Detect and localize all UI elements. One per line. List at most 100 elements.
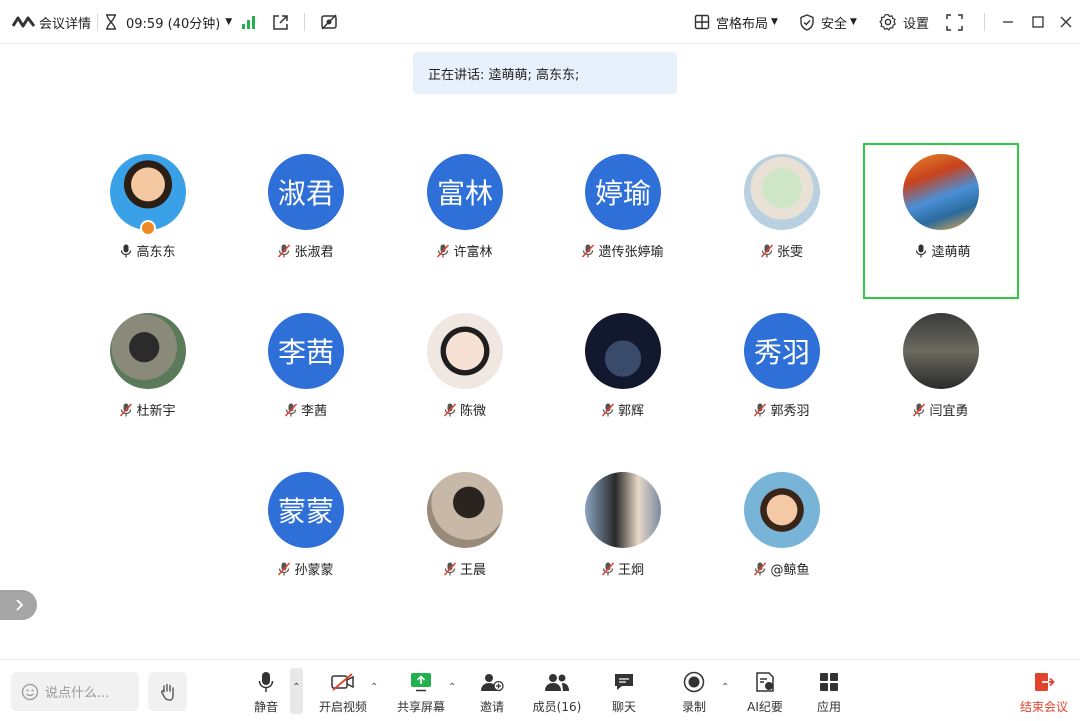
timer-dropdown[interactable]: 09:59 (40分钟) ▼ <box>104 0 232 44</box>
avatar <box>110 154 186 230</box>
exit-icon <box>1035 673 1055 691</box>
participant-tile[interactable]: 淑君 张淑君 <box>228 143 384 299</box>
microphone-muted-icon <box>278 243 291 258</box>
share-screen-button[interactable]: 共享屏幕 <box>391 670 451 716</box>
participant-tile[interactable]: 张雯 <box>704 143 860 299</box>
minimize-icon[interactable] <box>1001 0 1015 44</box>
add-user-icon <box>481 674 504 692</box>
apps-button[interactable]: 应用 <box>799 670 859 716</box>
microphone-muted-icon <box>754 561 767 576</box>
participant-name-row: 高东东 <box>70 241 226 260</box>
security-dropdown[interactable]: 安全 ▼ <box>799 0 857 44</box>
participant-name-row: 王晨 <box>387 559 543 578</box>
participant-tile[interactable]: 富林许富林 <box>387 143 543 299</box>
participant-tile[interactable]: 杜新宇 <box>70 302 226 458</box>
members-button[interactable]: 成员(16) <box>527 670 587 716</box>
chat-icon <box>615 674 633 690</box>
avatar <box>744 472 820 548</box>
popout-icon[interactable] <box>272 0 289 44</box>
apps-label: 应用 <box>816 700 841 714</box>
grid-icon <box>694 14 710 30</box>
participant-name-row: 王炯 <box>545 559 701 578</box>
shield-icon <box>800 13 814 31</box>
layout-label: 宫格布局 <box>716 16 769 32</box>
participant-tile[interactable]: @鲸鱼 <box>704 461 860 617</box>
record-button[interactable]: 录制 <box>664 670 724 716</box>
ai-summary-button[interactable]: AI纪要 <box>735 670 795 716</box>
participant-name: 张雯 <box>776 245 803 260</box>
participant-tile[interactable]: 秀羽 郭秀羽 <box>704 302 860 458</box>
no-recording-icon[interactable] <box>320 0 338 44</box>
microphone-muted-icon <box>278 561 291 576</box>
participant-tile[interactable]: 逵萌萌 <box>863 143 1019 299</box>
microphone-muted-icon <box>284 402 297 417</box>
settings-label: 设置 <box>903 16 930 32</box>
participant-tile[interactable]: 郭辉 <box>545 302 701 458</box>
gear-icon <box>879 13 896 31</box>
chevron-down-icon: ▼ <box>850 17 857 27</box>
fullscreen-icon[interactable] <box>946 0 963 44</box>
maximize-icon[interactable] <box>1031 0 1045 44</box>
participant-tile[interactable]: 陈微 <box>387 302 543 458</box>
record-options-chevron-icon[interactable]: ⌃ <box>721 682 729 693</box>
mute-label: 静音 <box>253 700 278 714</box>
chevron-up-icon: ⌃ <box>292 682 301 693</box>
speaking-indicator: 正在讲话: 逵萌萌; 高东东; <box>413 52 677 94</box>
participant-tile[interactable]: 闫宜勇 <box>863 302 1019 458</box>
signal-icon[interactable] <box>241 0 257 44</box>
settings-button[interactable]: 设置 <box>879 0 929 44</box>
chat-button[interactable]: 聊天 <box>594 670 654 716</box>
participant-name: 李茜 <box>300 404 327 419</box>
audio-options-toggle[interactable]: ⌃ <box>290 668 303 714</box>
participant-tile[interactable]: 李茜 李茜 <box>228 302 384 458</box>
participant-tile[interactable]: 王炯 <box>545 461 701 617</box>
close-icon[interactable] <box>1059 0 1073 44</box>
share-screen-icon <box>411 673 431 692</box>
end-meeting-label: 结束会议 <box>1019 700 1068 714</box>
microphone-muted-icon <box>913 402 926 417</box>
avatar: 婷瑜 <box>585 154 661 230</box>
meeting-details-button[interactable]: 会议详情 <box>12 0 91 44</box>
microphone-muted-icon <box>754 402 767 417</box>
participant-name: 王炯 <box>617 563 644 578</box>
participant-tile[interactable]: 蒙蒙 孙蒙蒙 <box>228 461 384 617</box>
video-options-chevron-icon[interactable]: ⌃ <box>370 682 378 693</box>
share-options-chevron-icon[interactable]: ⌃ <box>448 682 456 693</box>
avatar <box>744 154 820 230</box>
avatar: 富林 <box>427 154 503 230</box>
participant-name-row: 许富林 <box>387 241 543 260</box>
mute-button[interactable]: 静音 <box>236 670 296 716</box>
microphone-muted-icon <box>443 561 456 576</box>
raise-hand-button[interactable] <box>148 672 187 711</box>
tencent-meeting-logo-icon <box>12 16 36 28</box>
timer-label: 09:59 (40分钟) <box>126 16 221 32</box>
microphone-icon <box>916 244 927 257</box>
participant-tile[interactable]: 王晨 <box>387 461 543 617</box>
chat-input[interactable]: 说点什么... <box>11 672 139 711</box>
invite-button[interactable]: 邀请 <box>462 670 522 716</box>
participant-name-row: 孙蒙蒙 <box>228 559 384 578</box>
participant-tile[interactable]: 高东东 <box>70 143 226 299</box>
avatar <box>585 313 661 389</box>
meeting-details-label: 会议详情 <box>39 16 92 32</box>
avatar <box>585 472 661 548</box>
participant-name: 遗传张婷瑜 <box>598 245 664 260</box>
participant-name-row: @鲸鱼 <box>704 559 860 578</box>
participant-name-row: 张雯 <box>704 241 860 260</box>
hand-icon <box>160 683 174 701</box>
participant-tile[interactable]: 婷瑜遗传张婷瑜 <box>545 143 701 299</box>
participant-name: 杜新宇 <box>136 404 176 419</box>
end-meeting-button[interactable]: 结束会议 <box>1016 670 1072 716</box>
chevron-down-icon: ▼ <box>225 17 233 27</box>
expand-sidebar-button[interactable] <box>0 590 37 620</box>
security-label: 安全 <box>821 16 848 32</box>
apps-icon <box>820 673 838 691</box>
participant-name: 许富林 <box>453 245 493 260</box>
participant-name-row: 张淑君 <box>228 241 384 260</box>
participant-name: 王晨 <box>459 563 486 578</box>
avatar <box>427 472 503 548</box>
start-video-button[interactable]: 开启视频 <box>313 670 373 716</box>
avatar <box>903 313 979 389</box>
layout-dropdown[interactable]: 宫格布局 ▼ <box>694 0 778 44</box>
host-badge-icon <box>140 220 156 236</box>
